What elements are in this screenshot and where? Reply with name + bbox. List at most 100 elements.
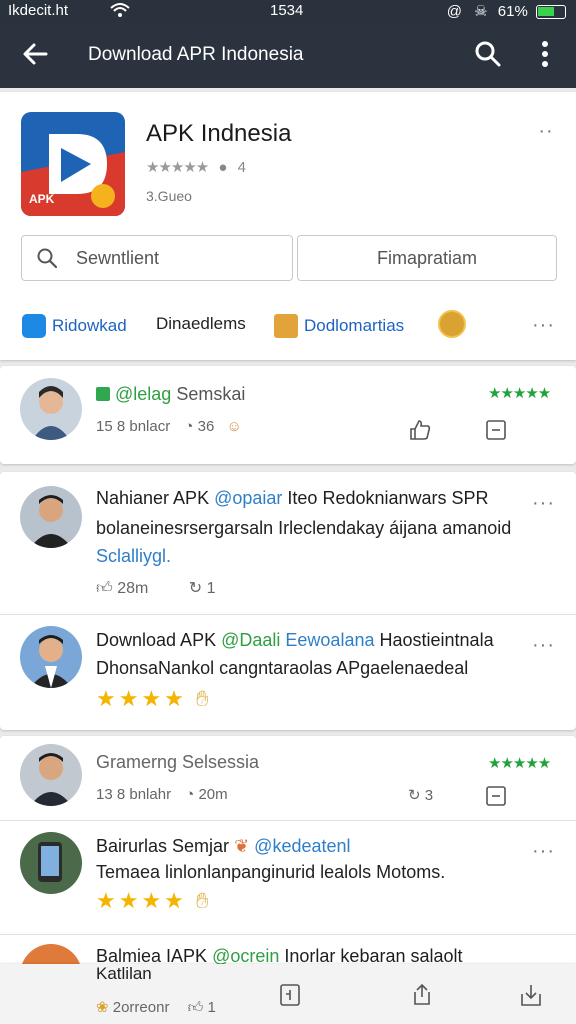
reviewer-handle[interactable]: @ocrein [212,946,279,966]
comment-count: 36 [197,418,215,435]
bookmark-icon[interactable] [484,418,508,442]
search-field-button[interactable]: Sewntlient [21,235,293,281]
app-name: APK Indnesia [146,120,292,147]
chips-more-icon[interactable]: ··· [532,315,554,335]
rating-count: 4 [237,159,246,176]
chip-avatar[interactable] [438,310,466,338]
review-date: 13 8 bnlahr [96,786,172,803]
share-count: 1 [206,580,216,597]
review-title: Bairurlas Semjar ❦ @kedeatenl [96,836,351,857]
reviewer-name: Gramerng Selsessia [96,752,260,772]
thumbs-up-icon[interactable]: 👍︎ [188,999,204,1016]
review-body: bolaneinesrsergarsaln Irleclendakay áija… [96,514,556,570]
reviewer-name: Bairurlas Semjar [96,836,230,856]
comment-icon: ◔ [185,786,195,803]
copy-icon[interactable] [278,982,302,1006]
battery-indicator: @ ☠ 61% [447,2,566,20]
download-icon[interactable] [518,982,542,1006]
verified-icon [96,387,110,401]
like-count: 1 [207,999,216,1016]
review-body-link[interactable]: Sclalliygl. [96,542,556,570]
share-icon[interactable] [410,982,434,1006]
review-date: 15 8 bnlacr [96,418,171,435]
secondary-button[interactable]: Fimapratiam [297,235,557,281]
half-star-icon: ✋︎ [196,888,212,913]
review-meta: 13 8 bnlahr ◔ 20m [96,786,228,803]
wifi-icon [110,2,130,22]
carrier-text: Ikdecit.ht [8,2,69,19]
reviewer-handle-2[interactable]: Eewoalana [285,630,374,650]
review-title-text: Haostieintnala [379,630,494,650]
share-count: 3 [424,787,434,804]
avatar [20,486,82,548]
chip-dodlomartias[interactable]: Dodlomartias [274,314,404,338]
avatar [438,310,466,338]
page-title: Download APR Indonesia [88,44,304,65]
chip-label: Dodlomartias [304,316,405,335]
app-icon-label: APK [29,192,55,206]
review-date: 2orreonr [112,999,170,1016]
clock: 1534 [270,2,304,19]
thumbs-up-icon[interactable]: 👍︎ [96,580,113,597]
bottom-action-bar: Katlilan ❀ 2orreonr 👍︎ 1 [0,964,576,1024]
app-more-icon[interactable]: ·· [536,121,556,141]
avatar [20,744,82,806]
divider [0,820,576,821]
thumbs-up-icon[interactable] [408,418,432,442]
review-body: DhonsaNankol cangntaraolas APgaelenaedea… [96,658,469,678]
badge-icon: ❦ [234,836,250,856]
review-more-icon[interactable]: ··· [532,635,554,655]
reviewer-name-text: Semskai [176,384,246,404]
review-stars: ★★★★★ [488,755,551,772]
chip-download[interactable]: Ridowkad [22,314,127,338]
more-vert-icon[interactable] [530,38,560,70]
emoji-icon: ☺ [226,418,242,435]
divider [0,614,576,615]
review-card: @lelag Semskai ★★★★★ 15 8 bnlacr ◔ 36 ☺ [0,366,576,464]
divider [0,934,576,935]
reviewer-name: @lelag Semskai [96,384,245,405]
review-more-icon[interactable]: ··· [532,841,554,861]
review-stars: ★★★★ ✋︎ [96,686,212,712]
review-body-line: bolaneinesrsergarsaln Irleclendakay áija… [96,518,512,538]
battery-icon [536,5,566,20]
app-icon[interactable]: APK [21,112,125,216]
search-icon[interactable] [472,38,504,70]
review-body: Temaea linlonlanpanginurid lealols Motom… [96,862,446,882]
reviewer-name: Balmiea IAPK [96,946,208,966]
like-count: 28m [117,580,149,597]
star-rating: ★★★★ [96,686,187,711]
bookmark-icon[interactable] [484,784,508,808]
chip-dinaedlems[interactable]: Dinaedlems [156,314,246,334]
reviewer-name: Nahianer APK [96,488,210,508]
avatar [20,626,82,688]
emoji-icon: ❀ [96,999,109,1016]
review-meta: 15 8 bnlacr ◔ 36 ☺ [96,418,242,435]
review-more-icon[interactable]: ··· [532,493,554,513]
download-chip-icon [22,314,46,338]
app-rating: ★★★★★ ● 4 [146,158,246,176]
globe-icon: ● [218,159,228,176]
star-rating: ★★★★ [96,888,187,913]
review-stars: ★★★★ ✋︎ [96,888,212,914]
app-bar: Download APR Indonesia [0,22,576,88]
alarm-icon: @ [446,3,462,20]
review-body: Katlilan [96,964,152,983]
reviewer-handle[interactable]: @Daali [221,630,280,650]
review-actions: 👍︎ 28m ↻ 1 [96,578,216,598]
status-bar: Ikdecit.ht 1534 @ ☠ 61% [0,0,576,22]
bluetooth-icon: ☠ [474,3,488,20]
reviewer-handle[interactable]: @opaiar [214,488,282,508]
reviewer-badge: @lelag [115,384,172,404]
share-icon[interactable]: ↻ [189,580,202,597]
avatar [20,378,82,440]
review-title: Download APK @Daali Eewoalana Haostieint… [96,630,494,651]
back-arrow-icon[interactable] [20,38,52,70]
search-icon [36,247,58,269]
share-action[interactable]: ↻ 3 [408,786,433,804]
reviewer-handle[interactable]: @kedeatenl [254,836,350,856]
reviewer-name: Download APK [96,630,217,650]
share-icon: ↻ [408,787,421,804]
review-stars: ★★★★★ [488,385,551,402]
review-actions: ❀ 2orreonr 👍︎ 1 [96,998,216,1017]
